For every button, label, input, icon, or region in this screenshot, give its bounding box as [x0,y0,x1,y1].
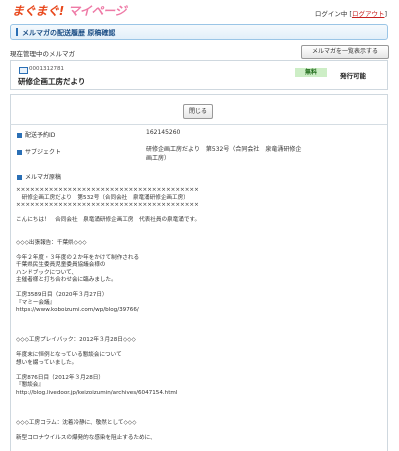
square-bullet-icon [17,175,22,180]
delivery-id-label: 配送予約ID [17,130,55,139]
body-line: ××××××××××××××××××××××××××××××××××××××× [16,202,199,208]
subject-value: 研修企画工房だより 第532号（合同会社 泉竜涌研修企画工房） [146,146,302,162]
magazine-summary: 0001312781 研修企画工房だより [10,60,388,90]
square-bullet-icon [17,133,22,138]
body-line [16,397,376,405]
login-area: ログイン中 [ログアウト] [314,10,387,18]
body-line: 想いを綴っていました。 [16,359,78,366]
magazine-body-text: ××××××××××××××××××××××××××××××××××××××× … [16,187,376,442]
square-bullet-icon [17,150,22,155]
body-line: ◇◇◇工房コラム：沈着冷静に、敬然として◇◇◇ [16,419,137,426]
body-line [16,322,376,330]
body-line [16,285,376,293]
delivery-id-value: 162145260 [146,129,181,136]
body-line [16,412,376,420]
body-line: 今年２年度・３年度の２か年をかけて制作される [16,254,140,261]
body-line: こんにちは！ 合同会社 泉竜涌研修企画工房 代表社員の泉竜涌です。 [16,217,201,223]
current-magazine-label: 現在管理中のメルマガ [10,50,75,58]
body-line [16,367,376,375]
page-title: メルマガの配送履歴 原稿確認 [22,29,116,37]
body-line: 新型コロナウイルスの爆発的な感染を阻止するために、 [16,434,156,441]
body-line: 『マミー会議』 [16,299,56,306]
title-bar-accent [16,28,18,36]
body-line: 工房876日目（2012年３月28日） [16,374,104,381]
body-line [16,232,376,240]
page-title-bar: メルマガの配送履歴 原稿確認 [10,24,388,40]
body-line [16,405,376,413]
body-line [16,427,376,435]
logo-sub: マイページ [67,4,127,18]
body-line: 工房3589日目（2020年３月27日） [16,292,108,298]
publish-status: 発行可能 [340,72,366,80]
body-line: 年度末に恒例となっている懇談会について [16,352,122,358]
site-header: まぐまぐ! マイページ ログイン中 [ログアウト] [0,0,399,22]
body-label: メルマガ原稿 [17,172,61,181]
logout-link[interactable]: ログアウト [352,10,385,18]
body-line: ◇◇◇工房プレイバック：2012年３月28日◇◇◇ [16,337,136,343]
magazine-id: 0001312781 [29,66,64,72]
body-line: ◇◇◇出張報告：千葉県◇◇◇ [16,239,87,246]
body-line [16,345,376,353]
logo-main: まぐまぐ! [12,4,64,18]
subject-label: サブジェクト [17,147,61,156]
body-line: ハンドブックについて、 [16,269,78,276]
body-line [16,330,376,338]
magmag-logo[interactable]: まぐまぐ! マイページ [12,2,127,19]
body-line: 研修企画工房だより 第532号（合同会社 泉竜涌研修企画工房） [16,194,189,201]
show-list-button[interactable]: メルマガを一覧表示する [301,45,389,59]
body-line: 『懇談会』 [16,382,44,388]
login-status: ログイン中 [314,10,348,18]
body-line [16,210,376,218]
magazine-name: 研修企画工房だより [18,77,86,86]
body-line: 千葉県民生委員児童委員協議会様の [16,262,106,268]
body-line: http://blog.livedoor.jp/keizoizumin/arch… [16,389,178,396]
body-line: 主催者様と打ち合わせ会に臨みました。 [16,277,117,283]
price-badge: 無料 [295,68,327,77]
body-line [16,247,376,255]
body-line [16,225,376,233]
id-card-icon [19,67,28,74]
close-button[interactable]: 閉じる [183,104,213,119]
body-line: https://www.koboizumi.com/wp/blog/39766/ [16,307,139,313]
body-line [16,315,376,323]
body-line: ××××××××××××××××××××××××××××××××××××××× [16,187,199,193]
divider [10,124,387,125]
